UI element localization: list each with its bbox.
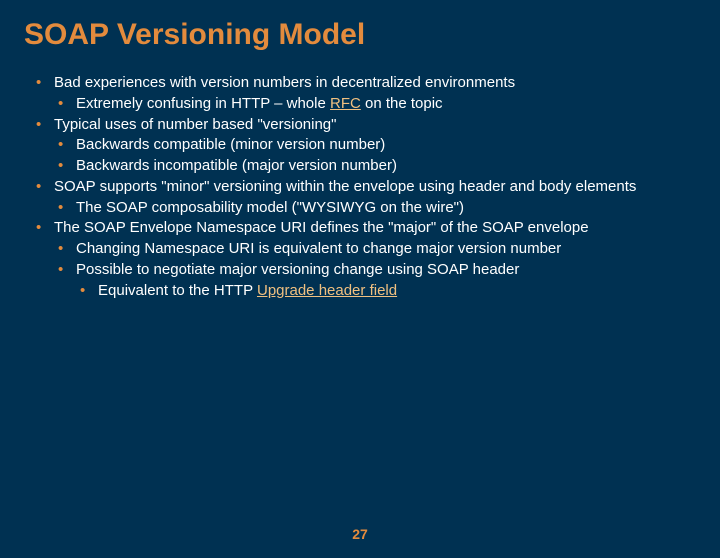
bullet-l3: Equivalent to the HTTP Upgrade header fi… xyxy=(76,282,686,301)
bullet-text: Typical uses of number based "versioning… xyxy=(54,116,336,133)
bullet-text: SOAP supports "minor" versioning within … xyxy=(54,178,636,195)
bullet-text: Backwards compatible (minor version numb… xyxy=(76,136,385,153)
bullet-l1: Typical uses of number based "versioning… xyxy=(34,116,686,176)
bullet-l1: SOAP supports "minor" versioning within … xyxy=(34,178,686,218)
bullet-l1: The SOAP Envelope Namespace URI defines … xyxy=(34,219,686,300)
bullet-text: The SOAP composability model ("WYSIWYG o… xyxy=(76,199,464,216)
bullet-text: Extremely confusing in HTTP – whole xyxy=(76,95,330,112)
bullet-text: The SOAP Envelope Namespace URI defines … xyxy=(54,219,589,236)
bullet-text: Backwards incompatible (major version nu… xyxy=(76,157,397,174)
rfc-link[interactable]: RFC xyxy=(330,95,361,112)
bullet-text: Bad experiences with version numbers in … xyxy=(54,74,515,91)
bullet-l2: Changing Namespace URI is equivalent to … xyxy=(54,240,686,259)
bullet-l2: Backwards incompatible (major version nu… xyxy=(54,157,686,176)
bullet-l2: Extremely confusing in HTTP – whole RFC … xyxy=(54,95,686,114)
bullet-text: on the topic xyxy=(361,95,443,112)
bullet-text: Possible to negotiate major versioning c… xyxy=(76,261,519,278)
slide-title: SOAP Versioning Model xyxy=(24,18,720,52)
bullet-l2: Possible to negotiate major versioning c… xyxy=(54,261,686,301)
bullet-text: Changing Namespace URI is equivalent to … xyxy=(76,240,561,257)
bullet-text: Equivalent to the HTTP xyxy=(98,282,257,299)
upgrade-header-link[interactable]: Upgrade header field xyxy=(257,282,397,299)
bullet-l1: Bad experiences with version numbers in … xyxy=(34,74,686,114)
bullet-l2: Backwards compatible (minor version numb… xyxy=(54,136,686,155)
slide-body: Bad experiences with version numbers in … xyxy=(34,74,686,300)
bullet-l2: The SOAP composability model ("WYSIWYG o… xyxy=(54,199,686,218)
